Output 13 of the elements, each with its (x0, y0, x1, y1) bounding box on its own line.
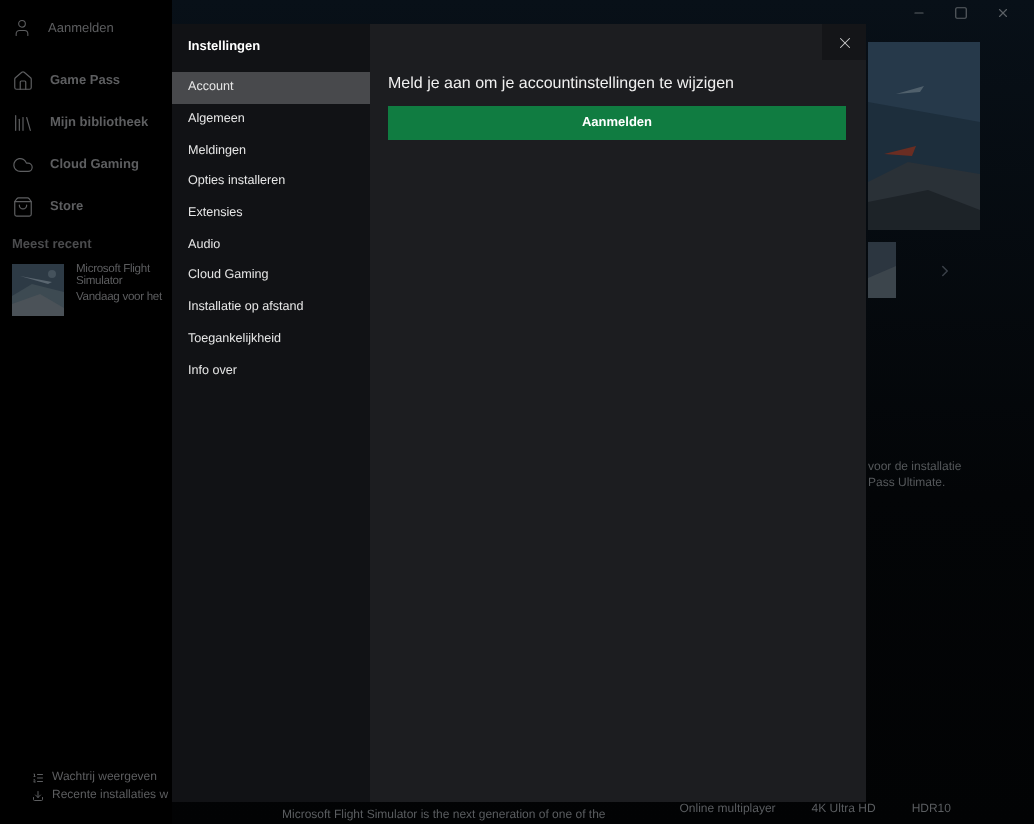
download-icon (32, 790, 44, 802)
list-icon (32, 772, 44, 784)
home-icon (12, 69, 34, 91)
cloud-icon (12, 153, 34, 175)
minimize-icon[interactable] (912, 6, 926, 20)
close-icon (835, 33, 853, 51)
close-button[interactable] (822, 24, 866, 60)
library-icon (12, 111, 34, 133)
maximize-icon[interactable] (954, 6, 968, 20)
user-icon (12, 18, 32, 38)
shopping-bag-icon (12, 195, 34, 217)
dialog-heading: Meld je aan om je accountinstellingen te wijzigen (388, 74, 736, 92)
close-icon[interactable] (996, 6, 1010, 20)
